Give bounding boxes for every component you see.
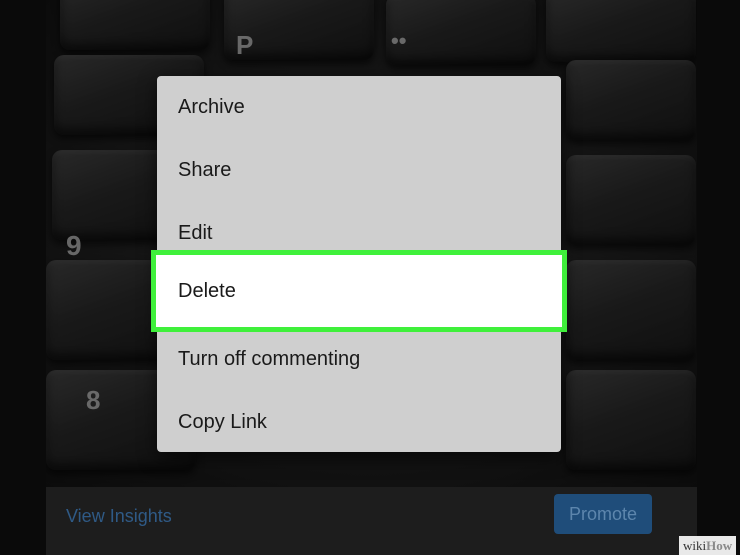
view-insights-link[interactable]: View Insights	[66, 506, 172, 527]
promote-button[interactable]: Promote	[554, 494, 652, 534]
watermark-wiki: wiki	[683, 538, 707, 553]
menu-item-turn-off-commenting[interactable]: Turn off commenting	[157, 328, 561, 391]
menu-item-copy-link[interactable]: Copy Link	[157, 391, 561, 454]
post-options-menu: Archive Share Edit Delete Turn off comme…	[151, 76, 567, 454]
menu-item-delete[interactable]: Delete	[151, 250, 567, 332]
menu-item-share[interactable]: Share	[157, 139, 561, 202]
menu-item-archive[interactable]: Archive	[157, 76, 561, 139]
wikihow-watermark: wikiHow	[679, 536, 737, 555]
watermark-how: How	[706, 538, 733, 553]
